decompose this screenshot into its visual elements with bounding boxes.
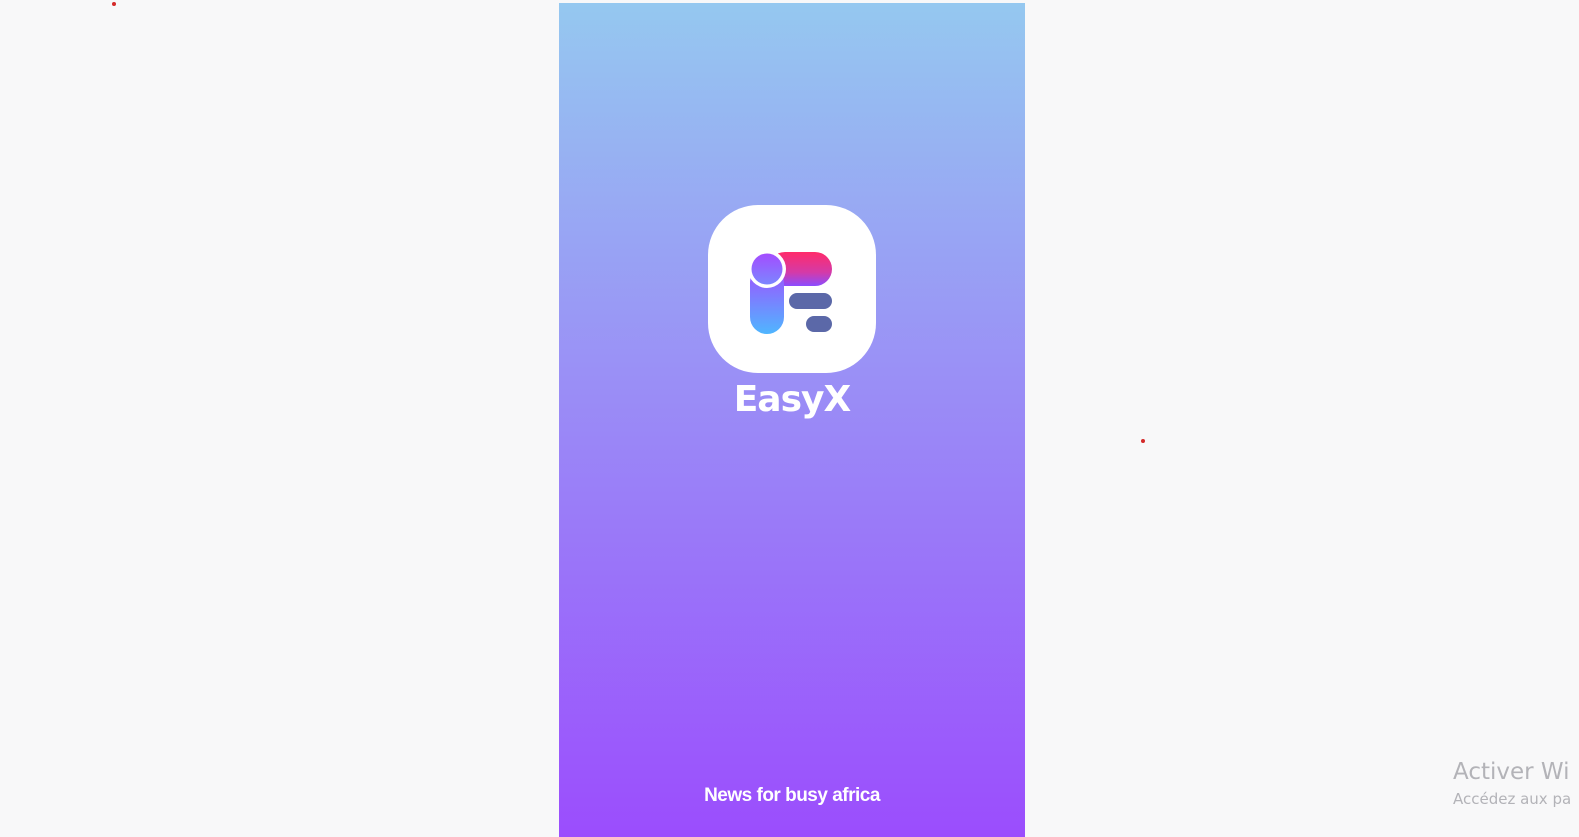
app-tagline: News for busy africa bbox=[704, 785, 880, 806]
easyx-logo-icon bbox=[748, 250, 832, 334]
splash-screen: EasyX News for busy africa bbox=[559, 3, 1025, 837]
cursor-dot bbox=[112, 2, 116, 6]
watermark-subtitle: Accédez aux pa bbox=[1453, 790, 1572, 808]
desktop-background: EasyX News for busy africa Activer Wi Ac… bbox=[0, 0, 1579, 837]
watermark-title: Activer Wi bbox=[1453, 759, 1570, 785]
app-name: EasyX bbox=[733, 379, 852, 420]
cursor-dot bbox=[1141, 439, 1145, 443]
windows-activation-watermark: Activer Wi Accédez aux pa bbox=[1453, 757, 1571, 811]
app-logo bbox=[708, 205, 876, 373]
